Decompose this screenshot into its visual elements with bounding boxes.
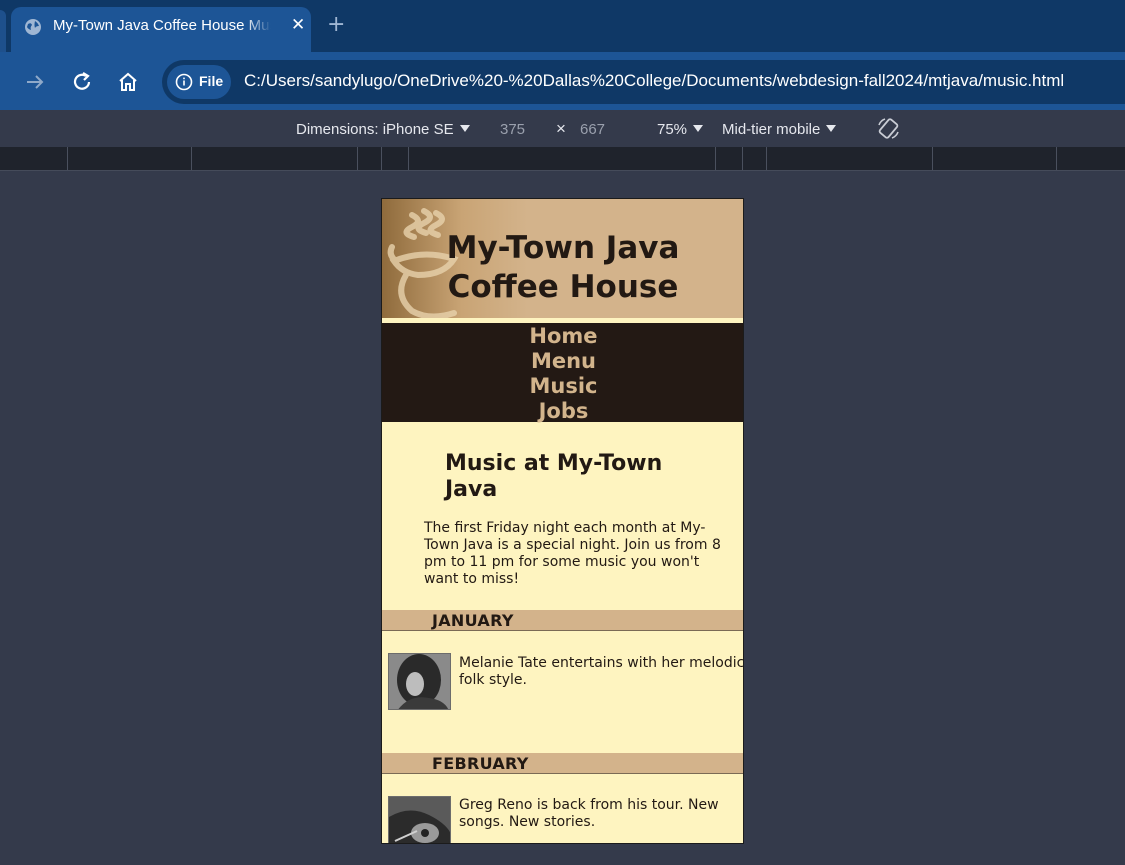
url-text[interactable]: C:/Users/sandylugo/OneDrive%20-%20Dallas… [244, 71, 1064, 91]
tab-strip: My-Town Java Coffee House Music ✕ + [0, 0, 1125, 52]
site-nav: Home Menu Music Jobs [382, 323, 743, 424]
musician-description-february: Greg Reno is back from his tour. New son… [459, 797, 719, 830]
throttle-label: Mid-tier mobile [722, 121, 821, 138]
page-heading: Music at My-Town Java [445, 451, 663, 502]
zoom-select[interactable]: 75% [657, 121, 704, 138]
info-icon [175, 73, 193, 91]
times-symbol: × [556, 119, 566, 138]
device-toolbar: Dimensions: iPhone SE 375 × 667 75% Mid-… [0, 110, 1125, 147]
month-name: JANUARY [432, 611, 514, 630]
zoom-label: 75% [657, 121, 688, 138]
device-viewport: My-Town Java Coffee House Home Menu Musi… [381, 198, 744, 844]
tab-title: My-Town Java Coffee House Music [53, 17, 271, 34]
musician-description-january: Melanie Tate entertains with her melodic… [459, 655, 744, 688]
forward-arrow-icon[interactable] [22, 69, 48, 95]
reload-icon[interactable] [69, 69, 95, 95]
file-chip-label: File [199, 73, 224, 89]
nav-link-menu[interactable]: Menu [382, 349, 743, 374]
new-tab-button[interactable]: + [327, 12, 345, 37]
chevron-down-icon [693, 125, 704, 132]
nav-link-jobs[interactable]: Jobs [382, 399, 743, 424]
month-name: FEBRUARY [432, 754, 529, 773]
active-tab[interactable]: My-Town Java Coffee House Music ✕ [11, 7, 311, 52]
previous-tab-edge[interactable] [0, 10, 6, 52]
chevron-down-icon [826, 125, 837, 132]
musician-photo-january [388, 653, 451, 710]
home-icon[interactable] [115, 69, 141, 95]
globe-icon [25, 19, 41, 35]
height-input[interactable]: 667 [580, 121, 605, 138]
chevron-down-icon [459, 125, 470, 132]
throttle-select[interactable]: Mid-tier mobile [722, 121, 837, 138]
month-heading-january: JANUARY [382, 610, 743, 631]
site-info-chip[interactable]: File [167, 65, 231, 99]
device-select[interactable]: Dimensions: iPhone SE [296, 121, 470, 138]
site-header: My-Town Java Coffee House [382, 199, 743, 319]
device-label: Dimensions: iPhone SE [296, 121, 454, 138]
address-bar[interactable]: File C:/Users/sandylugo/OneDrive%20-%20D… [162, 60, 1125, 104]
intro-paragraph: The first Friday night each month at My-… [424, 520, 721, 587]
width-input[interactable]: 375 [500, 121, 525, 138]
nav-link-home[interactable]: Home [382, 324, 743, 349]
musician-photo-february [388, 796, 451, 843]
nav-link-music[interactable]: Music [382, 374, 743, 399]
month-heading-february: FEBRUARY [382, 753, 743, 774]
media-query-bar[interactable] [0, 147, 1125, 171]
close-tab-icon[interactable]: ✕ [291, 15, 305, 35]
site-title: My-Town Java Coffee House [446, 230, 680, 305]
rotate-icon[interactable] [876, 116, 901, 141]
browser-toolbar: File C:/Users/sandylugo/OneDrive%20-%20D… [0, 52, 1125, 110]
